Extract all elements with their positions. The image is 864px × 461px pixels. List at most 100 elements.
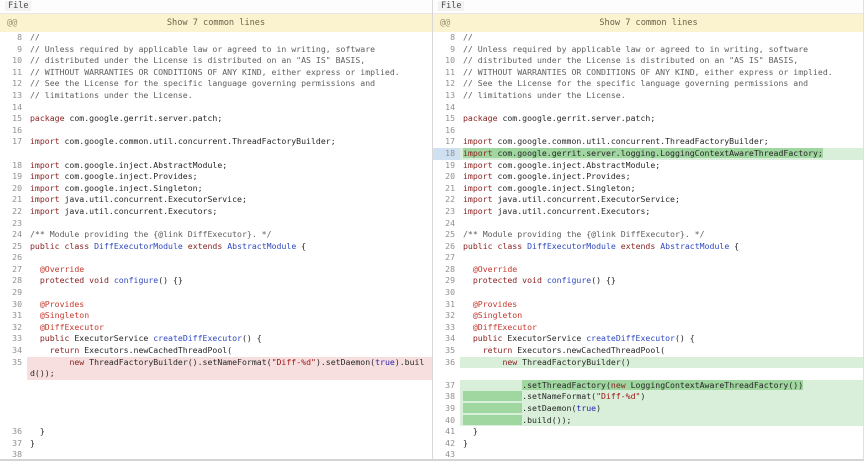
line-number[interactable]: 13 xyxy=(0,90,27,102)
line-number[interactable]: 36 xyxy=(433,357,460,369)
line-number[interactable]: 25 xyxy=(433,229,460,241)
expand-common-lines-button[interactable]: @@ Show 7 common lines xyxy=(433,14,864,32)
code-row: 12// See the License for the specific la… xyxy=(433,78,864,90)
syntax-segment: // limitations under the License. xyxy=(463,90,626,100)
line-number[interactable]: 21 xyxy=(0,194,27,206)
line-number[interactable]: 36 xyxy=(0,426,27,438)
line-number[interactable]: 15 xyxy=(0,113,27,125)
code-line-text: // Unless required by applicable law or … xyxy=(27,44,432,56)
line-number[interactable]: 14 xyxy=(433,102,460,114)
line-number[interactable]: 28 xyxy=(433,264,460,276)
line-number[interactable]: 26 xyxy=(0,252,27,264)
file-header-label: File xyxy=(438,1,464,11)
line-number[interactable]: 8 xyxy=(0,32,27,44)
syntax-segment: new xyxy=(611,380,626,390)
line-number[interactable]: 24 xyxy=(0,229,27,241)
syntax-segment: import xyxy=(30,171,60,181)
line-number[interactable]: 31 xyxy=(0,310,27,322)
syntax-segment: ).setDaemon( xyxy=(316,357,375,367)
syntax-segment: import xyxy=(463,148,493,158)
line-number[interactable]: 17 xyxy=(0,136,27,148)
line-number[interactable]: 25 xyxy=(0,241,27,253)
syntax-segment: configure xyxy=(547,275,591,285)
line-number[interactable]: 39 xyxy=(433,403,460,415)
line-number[interactable]: 31 xyxy=(433,299,460,311)
code-row: 8// xyxy=(433,32,864,44)
line-number[interactable]: 33 xyxy=(433,322,460,334)
code-line-text: import com.google.inject.Provides; xyxy=(460,171,864,183)
code-line-text xyxy=(27,403,432,415)
line-number[interactable]: 20 xyxy=(0,183,27,195)
expand-common-lines-button[interactable]: @@ Show 7 common lines xyxy=(0,14,432,32)
line-number[interactable]: 43 xyxy=(433,449,460,459)
line-number[interactable]: 12 xyxy=(0,78,27,90)
line-number[interactable]: 29 xyxy=(433,275,460,287)
code-line-text: import com.google.inject.Provides; xyxy=(27,171,432,183)
line-number[interactable]: 18 xyxy=(0,160,27,172)
line-number[interactable]: 19 xyxy=(0,171,27,183)
line-number[interactable]: 16 xyxy=(433,125,460,137)
syntax-segment: return xyxy=(483,345,513,355)
line-number[interactable]: 18 xyxy=(433,148,460,160)
line-number[interactable]: 20 xyxy=(433,171,460,183)
line-number[interactable]: 9 xyxy=(0,44,27,56)
line-number xyxy=(0,380,27,392)
line-number[interactable]: 32 xyxy=(433,310,460,322)
line-number[interactable]: 13 xyxy=(433,90,460,102)
line-number[interactable]: 19 xyxy=(433,160,460,172)
code-row: 15package com.google.gerrit.server.patch… xyxy=(433,113,864,125)
line-number[interactable]: 41 xyxy=(433,426,460,438)
syntax-segment: com.google.inject.Provides; xyxy=(60,171,198,181)
code-row: 28 protected void configure() {} xyxy=(0,275,432,287)
line-number[interactable]: 32 xyxy=(0,322,27,334)
code-line-text: @Singleton xyxy=(27,310,432,322)
line-number[interactable]: 10 xyxy=(0,55,27,67)
line-number[interactable]: 24 xyxy=(433,218,460,230)
line-number[interactable]: 27 xyxy=(433,252,460,264)
line-number[interactable]: 29 xyxy=(0,287,27,299)
syntax-segment: extends xyxy=(621,241,656,251)
code-row: 18import com.google.inject.AbstractModul… xyxy=(0,160,432,172)
line-number xyxy=(0,391,27,403)
code-line-text: @Singleton xyxy=(460,310,864,322)
line-number[interactable]: 8 xyxy=(433,32,460,44)
line-number[interactable]: 38 xyxy=(0,449,27,459)
line-number[interactable]: 15 xyxy=(433,113,460,125)
line-number[interactable]: 11 xyxy=(0,67,27,79)
syntax-segment: com.google.inject.AbstractModule; xyxy=(60,160,228,170)
line-number[interactable]: 11 xyxy=(433,67,460,79)
line-number[interactable]: 33 xyxy=(0,333,27,345)
line-number[interactable]: 22 xyxy=(0,206,27,218)
line-number xyxy=(0,368,27,380)
line-number[interactable]: 10 xyxy=(433,55,460,67)
line-number[interactable]: 40 xyxy=(433,415,460,427)
line-number[interactable]: 12 xyxy=(433,78,460,90)
line-number[interactable]: 30 xyxy=(0,299,27,311)
line-number[interactable]: 28 xyxy=(0,275,27,287)
line-number[interactable]: 30 xyxy=(433,287,460,299)
line-number[interactable]: 9 xyxy=(433,44,460,56)
line-number[interactable]: 42 xyxy=(433,438,460,450)
line-number[interactable]: 16 xyxy=(0,125,27,137)
line-number[interactable]: 35 xyxy=(0,357,27,369)
line-number[interactable]: 14 xyxy=(0,102,27,114)
syntax-segment xyxy=(463,391,522,401)
code-line-text: public class DiffExecutorModule extends … xyxy=(27,241,432,253)
line-number[interactable]: 35 xyxy=(433,345,460,357)
line-number[interactable]: 21 xyxy=(433,183,460,195)
line-number[interactable]: 38 xyxy=(433,391,460,403)
syntax-segment: @Singleton xyxy=(473,310,522,320)
line-number[interactable]: 23 xyxy=(433,206,460,218)
line-number[interactable]: 26 xyxy=(433,241,460,253)
line-number[interactable]: 37 xyxy=(0,438,27,450)
line-number[interactable]: 23 xyxy=(0,218,27,230)
line-number[interactable]: 34 xyxy=(0,345,27,357)
syntax-segment: @Singleton xyxy=(40,310,89,320)
line-number[interactable]: 17 xyxy=(433,136,460,148)
line-number[interactable]: 37 xyxy=(433,380,460,392)
line-number[interactable]: 34 xyxy=(433,333,460,345)
line-number[interactable]: 22 xyxy=(433,194,460,206)
line-number[interactable]: 27 xyxy=(0,264,27,276)
syntax-segment: com.google.common.util.concurrent.Thread… xyxy=(493,136,769,146)
code-line-text xyxy=(27,148,432,160)
